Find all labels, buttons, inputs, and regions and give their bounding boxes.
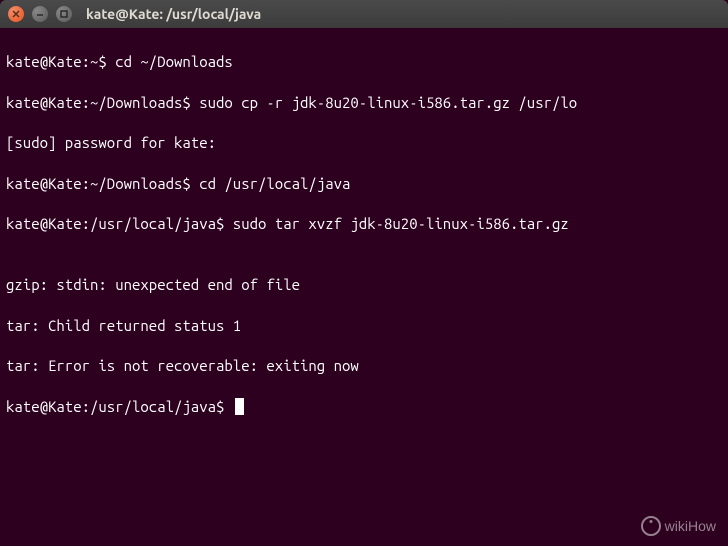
terminal-current-line: kate@Kate:/usr/local/java$	[6, 397, 722, 417]
terminal-line: kate@Kate:~$ cd ~/Downloads	[6, 52, 722, 72]
wikihow-logo-icon	[641, 516, 661, 536]
close-button[interactable]	[8, 6, 24, 22]
cursor	[235, 398, 244, 415]
terminal-line: kate@Kate:~/Downloads$ cd /usr/local/jav…	[6, 174, 722, 194]
window-controls	[8, 6, 72, 22]
terminal-area[interactable]: kate@Kate:~$ cd ~/Downloads kate@Kate:~/…	[0, 28, 728, 546]
minimize-button[interactable]	[32, 6, 48, 22]
terminal-prompt: kate@Kate:/usr/local/java$	[6, 398, 233, 415]
terminal-line: kate@Kate:/usr/local/java$ sudo tar xvzf…	[6, 214, 722, 234]
terminal-line: tar: Error is not recoverable: exiting n…	[6, 356, 722, 376]
terminal-line: [sudo] password for kate:	[6, 133, 722, 153]
window-title: kate@Kate: /usr/local/java	[86, 6, 261, 22]
titlebar: kate@Kate: /usr/local/java	[0, 0, 728, 28]
terminal-line: kate@Kate:~/Downloads$ sudo cp -r jdk-8u…	[6, 93, 722, 113]
terminal-line: tar: Child returned status 1	[6, 316, 722, 336]
terminal-line: gzip: stdin: unexpected end of file	[6, 275, 722, 295]
watermark-text: wikiHow	[665, 518, 716, 534]
maximize-button[interactable]	[56, 6, 72, 22]
watermark: wikiHow	[641, 516, 716, 536]
